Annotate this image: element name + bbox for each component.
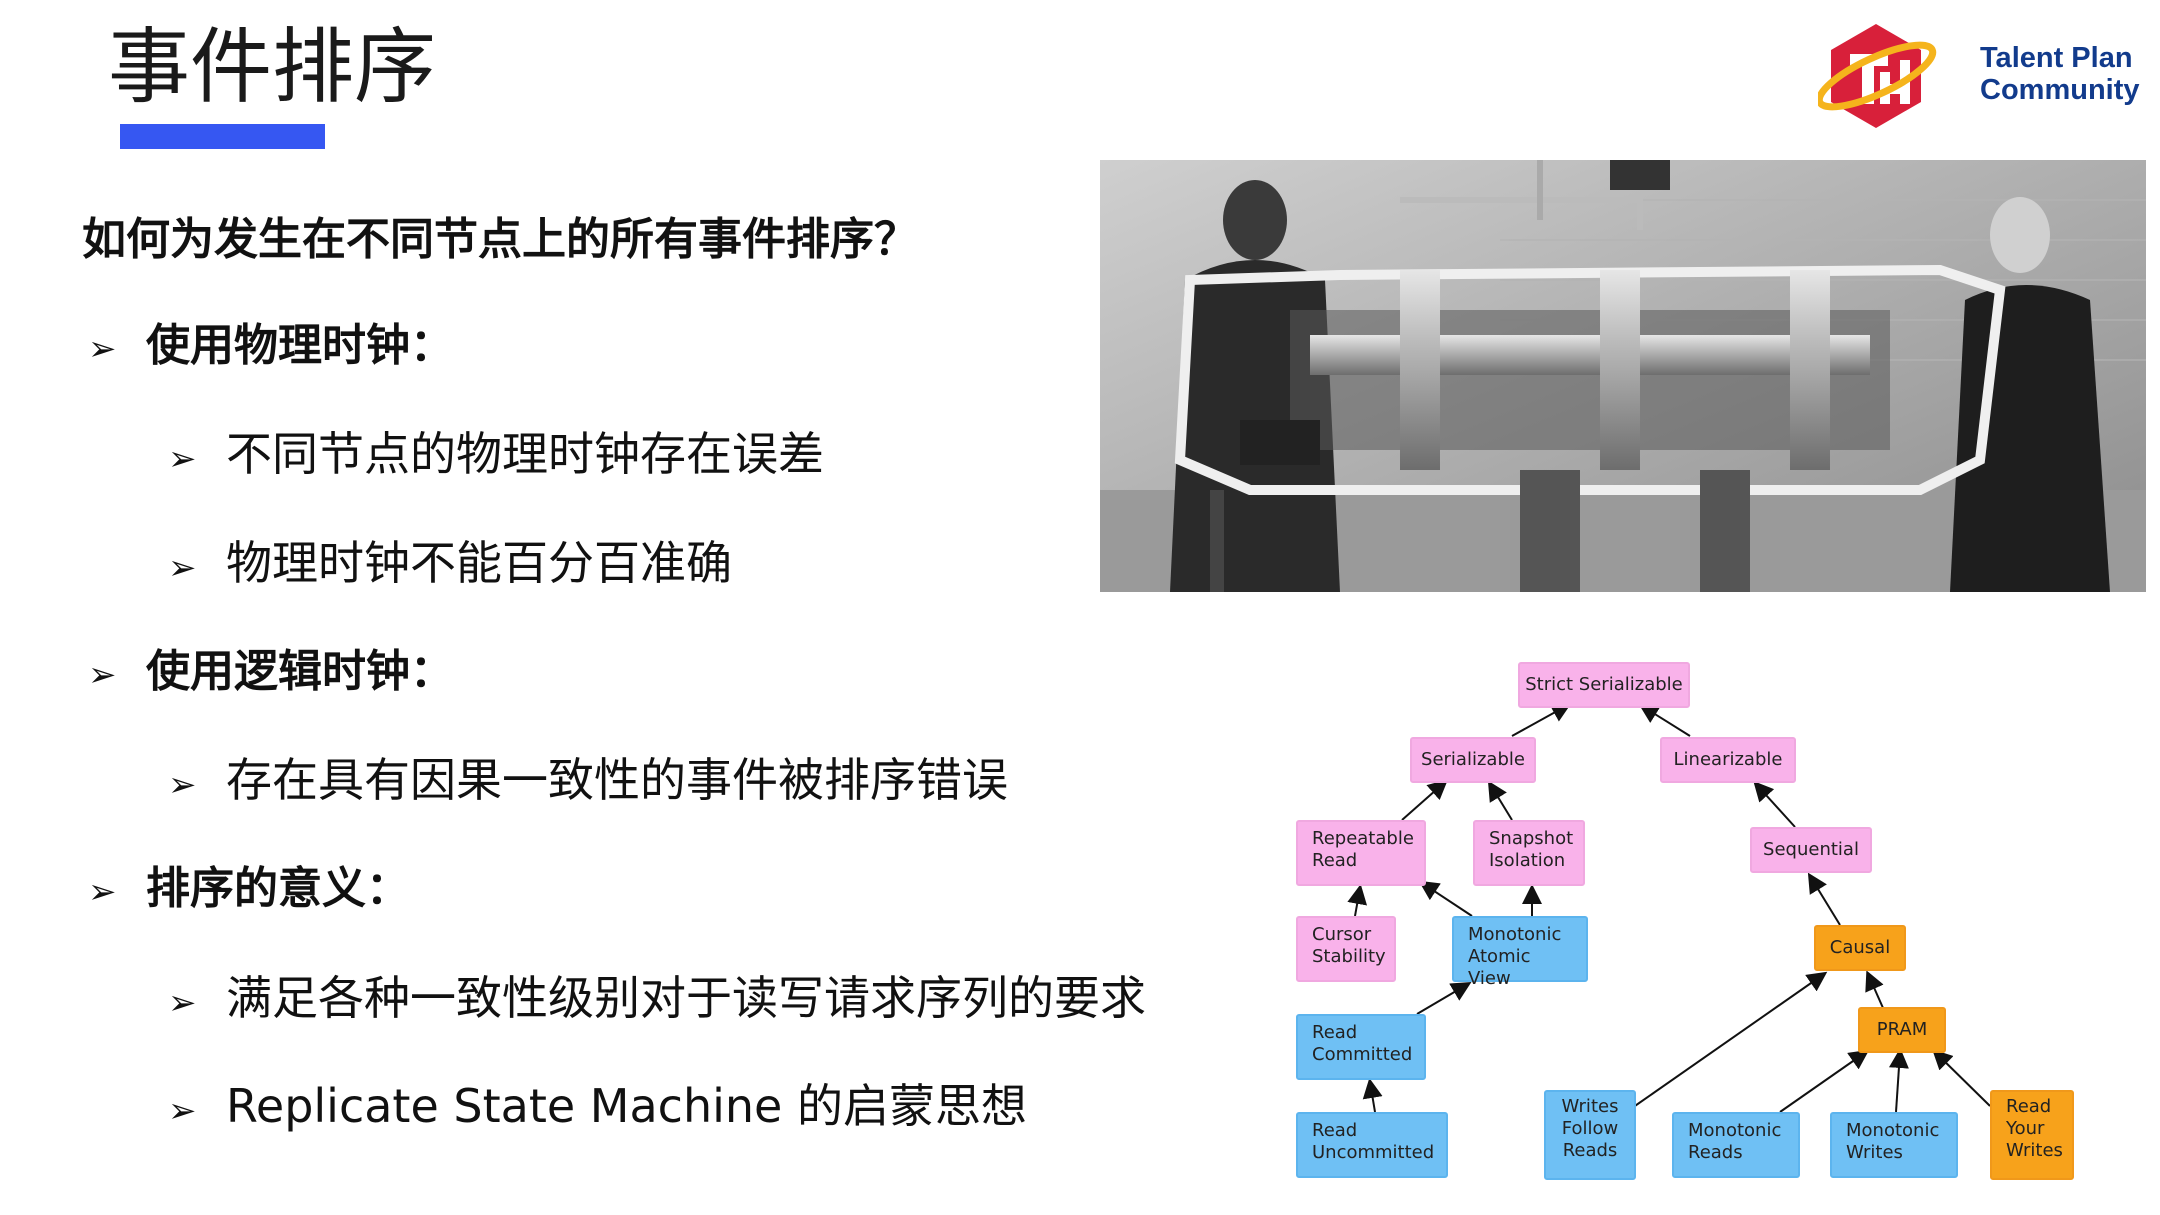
node-label: Writes: [1561, 1096, 1619, 1117]
node-label: Read: [1312, 1022, 1358, 1043]
title-underline: [120, 124, 325, 149]
node-label: PRAM: [1876, 1019, 1928, 1040]
node-serializable: Serializable: [1410, 737, 1536, 783]
arrow-bullet-icon: ➢: [168, 439, 197, 479]
node-label: Causal: [1829, 937, 1891, 958]
node-label: Atomic View: [1468, 946, 1531, 989]
consistency-models-diagram: Strict Serializable Serializable Lineari…: [1290, 650, 2110, 1195]
bullet-text: 满足各种一致性级别对于读写请求序列的要求: [226, 971, 1146, 1025]
node-label: Writes: [1846, 1142, 1903, 1163]
bullet-text: Replicate State Machine 的启蒙思想: [226, 1079, 1027, 1133]
historical-lab-photo: [1100, 160, 2146, 592]
node-label: Repeatable: [1312, 828, 1414, 849]
node-label: Read: [1312, 850, 1358, 871]
node-label: Read: [2006, 1096, 2052, 1117]
node-monotonic-writes: Monotonic Writes: [1830, 1112, 1958, 1178]
arrow-bullet-icon: ➢: [168, 1091, 197, 1131]
node-read-committed: Read Committed: [1296, 1014, 1426, 1080]
node-label: Committed: [1312, 1044, 1413, 1065]
node-causal: Causal: [1814, 925, 1906, 971]
node-label: Follow: [1561, 1118, 1619, 1139]
arrow-bullet-icon: ➢: [168, 983, 197, 1023]
node-repeatable-read: Repeatable Read: [1296, 820, 1426, 886]
node-label: Linearizable: [1673, 749, 1783, 770]
node-label: Monotonic: [1846, 1120, 1940, 1141]
node-strict-serializable: Strict Serializable: [1518, 662, 1690, 708]
node-label: Read: [1312, 1120, 1358, 1141]
node-label: Your: [2006, 1118, 2045, 1139]
logo-line-1: Talent Plan: [1980, 42, 2133, 74]
node-monotonic-atomic-view: Monotonic Atomic View: [1452, 916, 1588, 989]
bullet-text: 不同节点的物理时钟存在误差: [226, 427, 824, 481]
node-label: Isolation: [1489, 850, 1566, 871]
node-label: Serializable: [1421, 749, 1525, 770]
bullet-text: 排序的意义：: [146, 863, 410, 914]
bullet-causal-error: ➢ 存在具有因果一致性的事件被排序错误: [168, 750, 1008, 815]
node-monotonic-reads: Monotonic Reads: [1672, 1112, 1800, 1178]
bullet-consistency-levels: ➢ 满足各种一致性级别对于读写请求序列的要求: [168, 968, 1146, 1033]
node-label: Monotonic: [1688, 1120, 1782, 1141]
node-writes-follow-reads: Writes Follow Reads: [1544, 1090, 1636, 1180]
bullet-clock-inaccurate: ➢ 物理时钟不能百分百准确: [168, 533, 732, 598]
node-read-your-writes: Read Your Writes: [1990, 1090, 2074, 1180]
bullet-clock-skew: ➢ 不同节点的物理时钟存在误差: [168, 424, 824, 489]
logo-line-2: Community: [1980, 74, 2140, 106]
node-label: Reads: [1688, 1142, 1743, 1163]
node-label: Strict Serializable: [1525, 674, 1683, 695]
node-label: Uncommitted: [1312, 1142, 1435, 1163]
node-label: Stability: [1312, 946, 1386, 967]
node-label: Reads: [1562, 1140, 1618, 1161]
node-linearizable: Linearizable: [1660, 737, 1796, 783]
arrow-bullet-icon: ➢: [88, 329, 117, 369]
arrow-bullet-icon: ➢: [88, 655, 117, 695]
slide-title: 事件排序: [108, 20, 437, 115]
bullet-logical-clock: ➢ 使用逻辑时钟：: [88, 642, 454, 705]
node-label: Writes: [2006, 1140, 2063, 1161]
bullet-rsm: ➢ Replicate State Machine 的启蒙思想: [168, 1076, 1027, 1141]
bullet-physical-clock: ➢ 使用物理时钟：: [88, 316, 454, 379]
arrow-bullet-icon: ➢: [88, 872, 117, 912]
node-label: Monotonic: [1468, 924, 1562, 945]
node-label: Cursor: [1312, 924, 1372, 945]
bullet-ordering-meaning: ➢ 排序的意义：: [88, 859, 410, 922]
question-heading: 如何为发生在不同节点上的所有事件排序？: [82, 214, 918, 265]
node-read-uncommitted: Read Uncommitted: [1296, 1112, 1448, 1178]
node-pram: PRAM: [1858, 1007, 1946, 1053]
node-sequential: Sequential: [1750, 827, 1872, 873]
node-label: Sequential: [1763, 839, 1859, 860]
bullet-text: 使用逻辑时钟：: [146, 646, 454, 697]
logo-text: Talent Plan Community: [1980, 42, 2140, 106]
node-cursor-stability: Cursor Stability: [1296, 916, 1396, 982]
bullet-text: 物理时钟不能百分百准确: [226, 536, 732, 590]
bullet-text: 存在具有因果一致性的事件被排序错误: [226, 753, 1008, 807]
bullet-text: 使用物理时钟：: [146, 320, 454, 371]
node-label: Snapshot: [1489, 828, 1574, 849]
arrow-bullet-icon: ➢: [168, 548, 197, 588]
node-snapshot-isolation: Snapshot Isolation: [1473, 820, 1585, 886]
arrow-bullet-icon: ➢: [168, 765, 197, 805]
